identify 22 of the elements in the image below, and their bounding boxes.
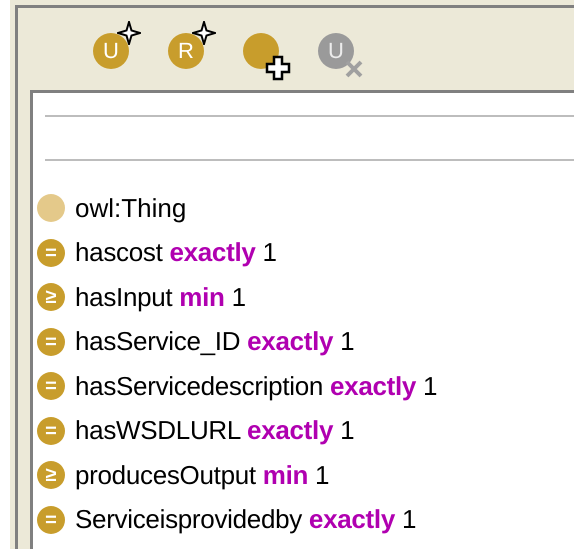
restriction-icon: ≥ bbox=[37, 283, 65, 312]
restriction-icon: = bbox=[37, 238, 65, 267]
sparkle-icon bbox=[192, 21, 216, 45]
sparkle-icon bbox=[117, 21, 141, 45]
restriction-icon: = bbox=[37, 328, 65, 356]
restriction-icon: = bbox=[37, 372, 65, 400]
class-icon bbox=[37, 194, 65, 222]
restriction-text: hasServicedescription exactly 1 bbox=[75, 370, 438, 403]
restriction-icon: ≥ bbox=[37, 461, 65, 490]
restriction-text: hasWSDLURL exactly 1 bbox=[75, 414, 354, 448]
restriction-text: producesOutput min 1 bbox=[75, 458, 330, 492]
class-name: owl:Thing bbox=[75, 192, 186, 225]
plus-icon bbox=[265, 55, 291, 81]
restriction-icon: = bbox=[37, 506, 65, 534]
restriction-text: Serviceisprovidedby exactly 1 bbox=[75, 503, 416, 536]
restriction-text: hascost exactly 1 bbox=[75, 236, 277, 270]
restriction-text: hasInput min 1 bbox=[75, 280, 246, 314]
restriction-text: hasService_ID exactly 1 bbox=[75, 325, 354, 358]
cross-icon bbox=[344, 59, 364, 79]
restriction-icon: = bbox=[37, 416, 65, 445]
toolbar-button[interactable]: U bbox=[81, 21, 141, 81]
toolbar-button[interactable]: R bbox=[156, 21, 216, 81]
